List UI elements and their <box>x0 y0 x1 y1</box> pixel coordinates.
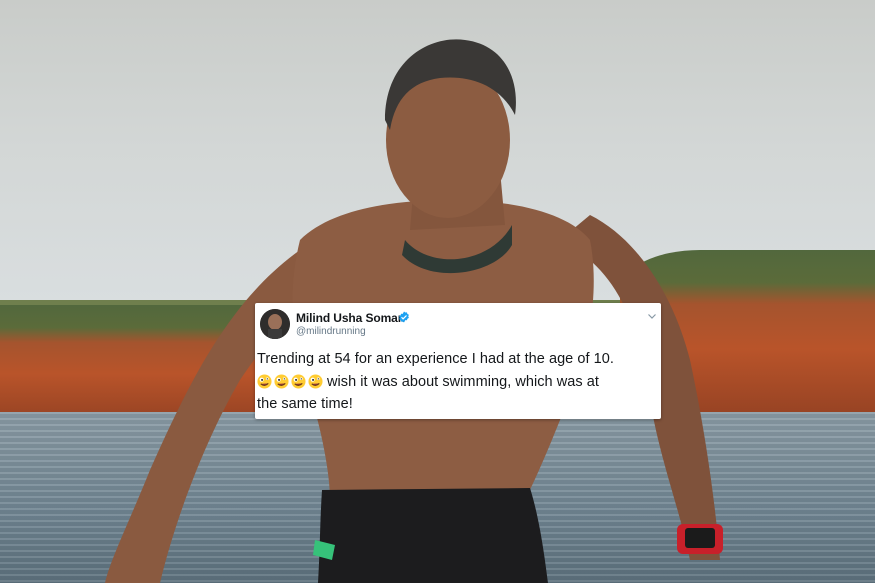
zany-face-icon <box>308 373 323 389</box>
verified-badge-icon <box>399 311 409 323</box>
chevron-down-icon[interactable] <box>647 311 657 321</box>
tweet-line-2: wish it was about swimming, which was at <box>327 373 599 390</box>
tweet-line-3: the same time! <box>257 396 353 412</box>
profile-photo <box>260 309 290 339</box>
user-handle[interactable]: @milindrunning <box>296 326 366 337</box>
zany-face-icon <box>291 373 306 389</box>
emoji-group <box>257 373 323 389</box>
swim-shorts <box>318 488 548 583</box>
zany-face-icon <box>274 373 289 389</box>
tweet-card[interactable]: Milind Usha Soman @milindrunning Trendin… <box>255 303 661 419</box>
swimmer-figure <box>105 39 723 583</box>
avatar[interactable] <box>260 309 290 339</box>
tweet-text: Trending at 54 for an experience I had a… <box>257 348 657 416</box>
user-name[interactable]: Milind Usha Soman <box>296 311 405 325</box>
zany-face-icon <box>257 373 272 389</box>
tweet-line-1: Trending at 54 for an experience I had a… <box>257 351 614 367</box>
photo-background <box>0 0 875 583</box>
